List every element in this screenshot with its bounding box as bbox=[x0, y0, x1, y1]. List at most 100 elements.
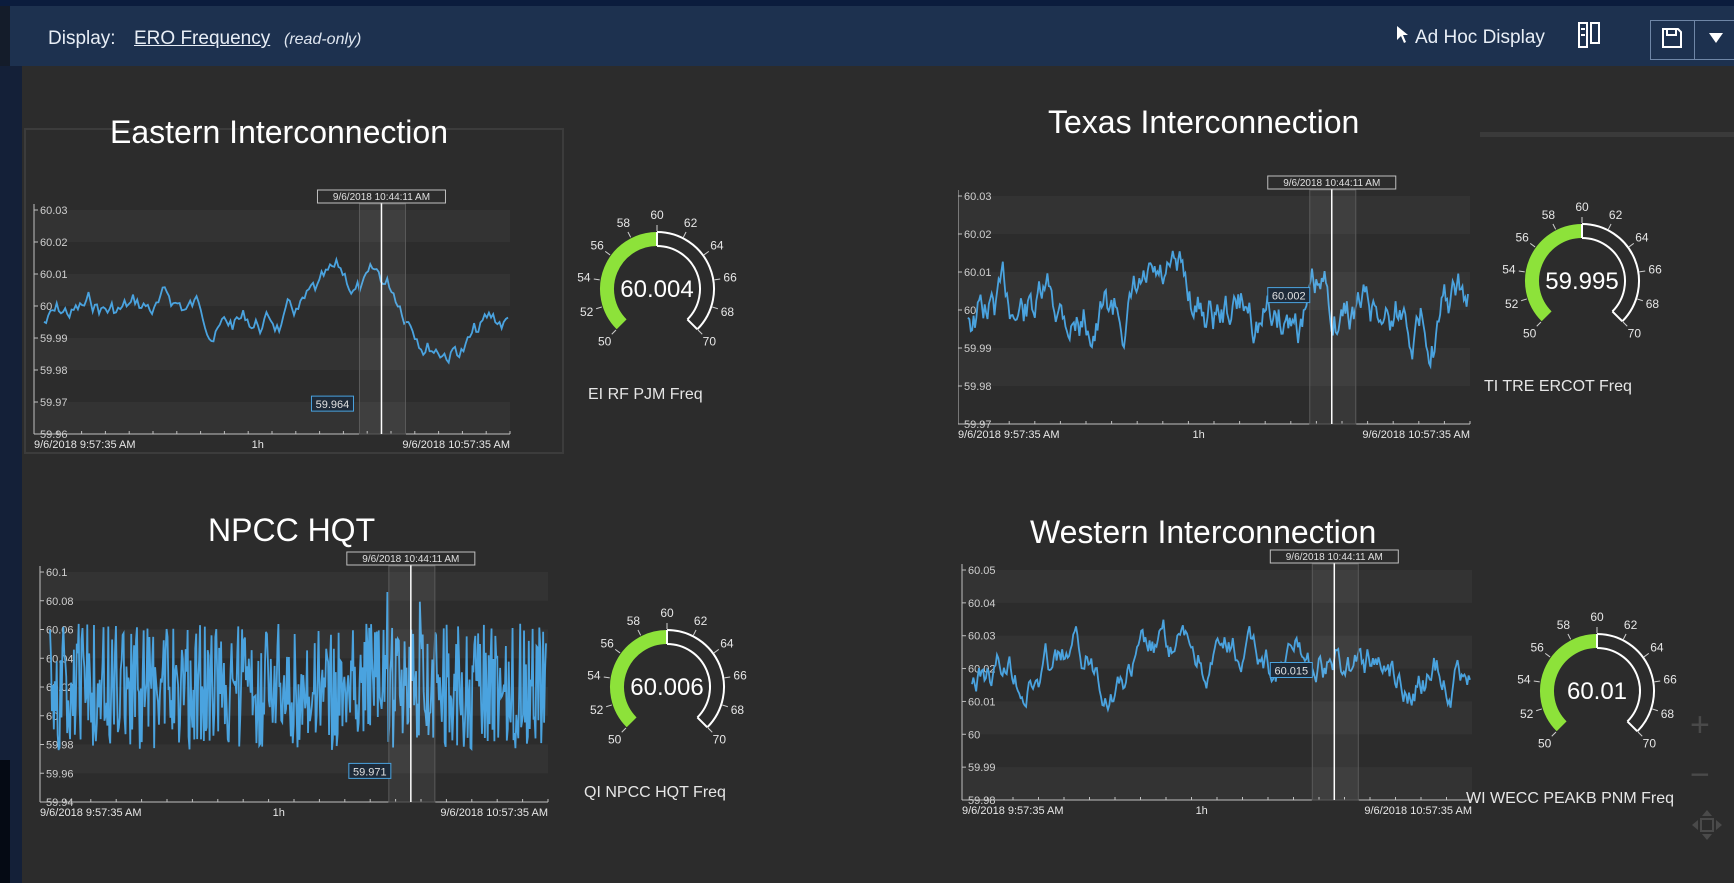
y-tick-label: 59.98 bbox=[40, 365, 68, 377]
gauge-tick bbox=[1637, 731, 1643, 737]
gauge-tick bbox=[713, 648, 720, 654]
cursor-region[interactable] bbox=[1311, 563, 1359, 801]
npcc-title: NPCC HQT bbox=[208, 512, 376, 548]
eastern-gauge-name: EI RF PJM Freq bbox=[588, 386, 703, 403]
gauge-tick bbox=[593, 278, 600, 281]
trend-svg[interactable]: 60.160.0860.0660.0460.026059.9859.9659.9… bbox=[38, 548, 568, 878]
gauge-tick-label: 50 bbox=[1538, 736, 1552, 750]
x-axis-label: 9/6/2018 10:57:35 AM bbox=[440, 807, 548, 819]
gauge-tick-label: 64 bbox=[1635, 231, 1649, 245]
grid-band bbox=[34, 274, 510, 306]
gauge-tick-label: 66 bbox=[733, 668, 747, 682]
trend-svg[interactable]: 60.0560.0460.0360.0260.016059.9959.989/6… bbox=[960, 546, 1482, 876]
texas-trend-chart[interactable]: 60.03 60.02 60.01 60 59.99 59.98 59.97 9/6/2018… bbox=[957, 136, 1480, 456]
cursor-time-label: 9/6/2018 10:44:11 AM bbox=[362, 554, 459, 565]
display-name-link[interactable]: ERO Frequency bbox=[134, 28, 270, 50]
trend-svg[interactable]: 60.0360.0260.016059.9959.9859.979/6/2018… bbox=[957, 136, 1480, 456]
x-axis-label: 9/6/2018 9:57:35 AM bbox=[962, 805, 1064, 817]
gauge-svg: 50 52 54 56 58 60 62 64 66 68 70 60.006 bbox=[587, 606, 747, 746]
zoom-in-button[interactable]: + bbox=[1690, 706, 1710, 745]
y-tick-label: 60.04 bbox=[968, 598, 996, 610]
gauge-tick-label: 56 bbox=[1530, 641, 1544, 655]
zoom-out-button[interactable]: − bbox=[1690, 756, 1710, 795]
gauge-tick bbox=[1552, 223, 1557, 230]
gauge-tick bbox=[1520, 298, 1527, 302]
trend-svg[interactable]: 60.0360.0260.016059.9959.9859.9759.969/6… bbox=[30, 152, 558, 472]
gauge-tick bbox=[707, 727, 713, 733]
y-tick-label: 60.01 bbox=[40, 269, 68, 281]
cursor-region[interactable] bbox=[358, 203, 406, 435]
compare-columns-button[interactable] bbox=[1570, 20, 1610, 56]
western-gauge-name: WI WECC PEAKB PNM Freq bbox=[1466, 790, 1675, 807]
gauge-tick-label: 66 bbox=[1648, 262, 1662, 276]
x-axis-label: 9/6/2018 9:57:35 AM bbox=[34, 439, 136, 451]
gauge-tick bbox=[1639, 270, 1646, 273]
x-axis-label: 1h bbox=[1193, 429, 1205, 441]
save-button-group bbox=[1650, 20, 1734, 60]
cursor-region[interactable] bbox=[1309, 189, 1357, 425]
gauge-tick-label: 60 bbox=[1590, 610, 1604, 624]
gauge-svg: 50 52 54 56 58 60 62 64 66 68 70 60.004 bbox=[577, 208, 737, 348]
pointer-icon bbox=[1395, 25, 1411, 51]
gauge-tick-label: 50 bbox=[608, 732, 622, 746]
gauge-tick bbox=[1622, 633, 1627, 640]
read-only-label: (read-only) bbox=[284, 31, 362, 48]
gauge-value: 59.995 bbox=[1545, 268, 1618, 295]
gauge-tick bbox=[603, 676, 610, 679]
gauge-tick-label: 64 bbox=[720, 637, 734, 651]
grid-band bbox=[958, 272, 1470, 310]
gauge-tick-label: 64 bbox=[710, 239, 724, 253]
gauge-tick bbox=[1567, 633, 1572, 640]
y-tick-label: 60.01 bbox=[968, 696, 996, 708]
gauge-tick-label: 70 bbox=[713, 732, 727, 746]
gauge-end-cap bbox=[1626, 720, 1639, 733]
gauge-value: 60.006 bbox=[630, 674, 703, 701]
y-tick-label: 60 bbox=[46, 711, 58, 723]
gauge-tick bbox=[1529, 242, 1536, 248]
eastern-trend-chart[interactable]: 60.03 60.02 60.01 60 59.99 59.98 59.97 59.96 9/6… bbox=[30, 152, 558, 472]
gauge-tick bbox=[627, 231, 632, 238]
gauge-tick-label: 60 bbox=[650, 208, 664, 222]
x-axis-label: 9/6/2018 9:57:35 AM bbox=[40, 807, 142, 819]
y-tick-label: 60.03 bbox=[40, 205, 68, 217]
gauge-value: 60.004 bbox=[620, 276, 693, 303]
pan-control-button[interactable] bbox=[1690, 808, 1724, 849]
grid-band bbox=[962, 570, 1472, 603]
y-tick-label: 60.02 bbox=[40, 237, 68, 249]
save-menu-button[interactable] bbox=[1693, 21, 1734, 59]
gauge-tick bbox=[724, 676, 731, 679]
save-button[interactable] bbox=[1651, 21, 1694, 59]
cursor-value-label: 60.015 bbox=[1274, 666, 1308, 678]
gauge-tick-label: 52 bbox=[1520, 707, 1534, 721]
npcc-trend-chart[interactable]: 60.1 60.08 60.06 60.04 60.02 60 59.98 59.96 59.9… bbox=[38, 548, 568, 878]
grid-band bbox=[958, 348, 1470, 386]
gauge-tick bbox=[1643, 652, 1650, 658]
gauge-tick bbox=[1654, 680, 1661, 683]
x-axis-label: 1h bbox=[1196, 805, 1208, 817]
gauge-svg: 50 52 54 56 58 60 62 64 66 68 70 60.01 bbox=[1517, 610, 1677, 750]
texas-gauge-name: TI TRE ERCOT Freq bbox=[1484, 378, 1632, 395]
adhoc-display-button[interactable]: Ad Hoc Display bbox=[1395, 24, 1545, 52]
gauge-tick-label: 52 bbox=[580, 305, 594, 319]
gauge-tick-label: 58 bbox=[1542, 208, 1556, 222]
gauge-tick bbox=[637, 629, 642, 636]
gauge-tick-label: 62 bbox=[694, 614, 708, 628]
gauge-tick-label: 52 bbox=[1505, 297, 1519, 311]
eastern-title: Eastern Interconnection bbox=[110, 114, 448, 150]
gauge-tick bbox=[1518, 270, 1525, 273]
gauge-tick bbox=[703, 250, 710, 256]
western-trend-chart[interactable]: 60.05 60.04 60.03 60.02 60.01 60 59.99 59.98 9/6… bbox=[960, 546, 1482, 876]
grid-band bbox=[958, 196, 1470, 234]
gauge-tick-label: 62 bbox=[684, 216, 698, 230]
y-tick-label: 60.05 bbox=[968, 565, 996, 577]
gauge-tick-label: 68 bbox=[731, 703, 745, 717]
save-icon bbox=[1660, 26, 1684, 55]
display-canvas: Eastern Interconnection 60.03 60.02 60.01 6… bbox=[22, 66, 1734, 883]
plus-icon: + bbox=[1690, 706, 1710, 744]
cursor-region[interactable] bbox=[388, 565, 436, 803]
gauge-tick-label: 62 bbox=[1609, 208, 1623, 222]
caret-down-icon bbox=[1708, 31, 1724, 49]
y-tick-label: 60 bbox=[964, 305, 976, 317]
y-tick-label: 59.98 bbox=[964, 381, 992, 393]
app-window: Display: ERO Frequency (read-only) Ad Ho… bbox=[0, 0, 1734, 883]
